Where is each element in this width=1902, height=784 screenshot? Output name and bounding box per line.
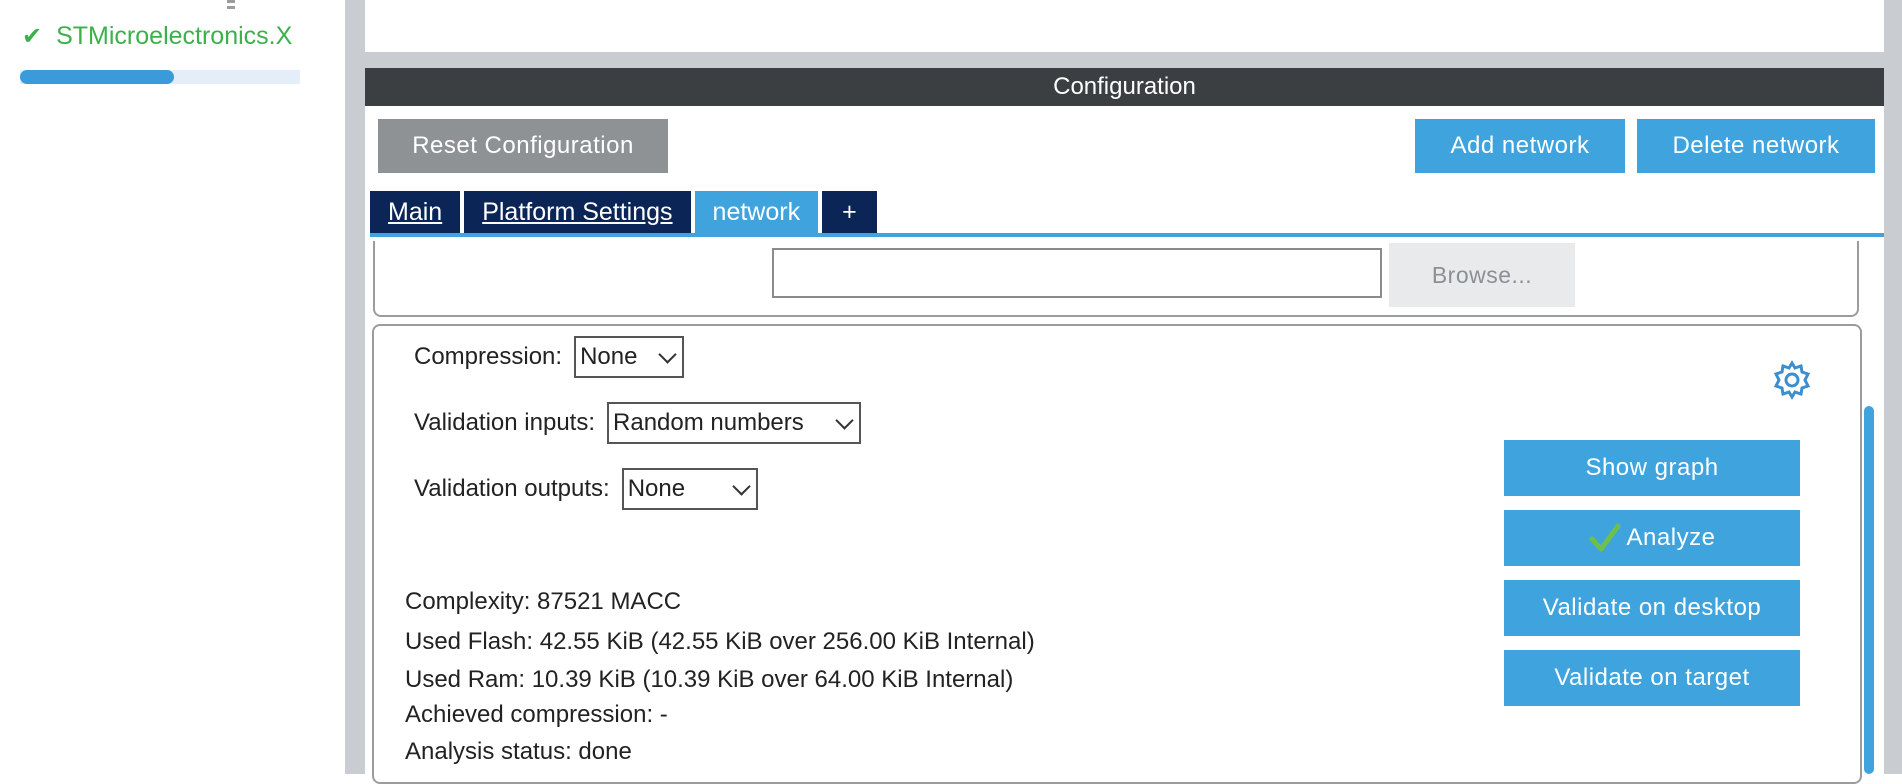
model-file-box: Browse...: [373, 241, 1859, 317]
achieved-compression-text: Achieved compression: -: [405, 701, 668, 728]
validate-on-target-button[interactable]: Validate on target: [1504, 650, 1800, 706]
main-panel: Configuration Reset Configuration Add ne…: [365, 0, 1884, 784]
compression-row: Compression: None: [414, 336, 685, 378]
add-tab-button[interactable]: +: [822, 191, 877, 233]
validation-inputs-label: Validation inputs:: [414, 409, 596, 436]
validation-inputs-value: Random numbers: [613, 409, 804, 436]
network-settings-box: Compression: None Validation inputs: Ran…: [372, 324, 1862, 784]
vertical-scrollbar[interactable]: [1864, 406, 1874, 774]
tab-underline: [370, 233, 1884, 237]
add-network-button[interactable]: Add network: [1415, 119, 1625, 173]
checkmark-icon: ✔: [22, 22, 43, 50]
compression-label: Compression:: [414, 343, 563, 370]
install-progress-bar: [20, 70, 300, 84]
tab-network[interactable]: network: [694, 191, 819, 233]
validation-outputs-label: Validation outputs:: [414, 475, 610, 502]
validate-on-desktop-button[interactable]: Validate on desktop: [1504, 580, 1800, 636]
validation-outputs-select[interactable]: None: [621, 468, 758, 510]
delete-network-button[interactable]: Delete network: [1637, 119, 1875, 173]
reset-configuration-button[interactable]: Reset Configuration: [378, 119, 668, 173]
validation-inputs-select[interactable]: Random numbers: [607, 402, 862, 444]
analysis-status-text: Analysis status: done: [405, 738, 632, 765]
checkmark-icon: [1589, 523, 1621, 552]
gear-icon[interactable]: [1772, 360, 1812, 400]
used-flash-text: Used Flash: 42.55 KiB (42.55 KiB over 25…: [405, 628, 1035, 655]
tab-platform-settings[interactable]: Platform Settings: [464, 191, 691, 233]
chevron-down-icon: [658, 344, 677, 364]
top-pane: [365, 0, 1884, 52]
chevron-down-icon: [732, 476, 751, 496]
browse-button[interactable]: Browse...: [1389, 243, 1575, 307]
validation-outputs-row: Validation outputs: None: [414, 468, 758, 510]
tab-main[interactable]: Main: [370, 191, 461, 233]
show-graph-button[interactable]: Show graph: [1504, 440, 1800, 496]
splitter[interactable]: [345, 0, 365, 774]
validation-inputs-row: Validation inputs: Random numbers: [414, 402, 862, 444]
model-path-input[interactable]: [772, 248, 1382, 298]
scroll-up-icon[interactable]: [224, 0, 238, 12]
analyze-button[interactable]: Analyze: [1504, 510, 1800, 566]
tab-bar: Main Platform Settings network +: [370, 191, 881, 233]
compression-select[interactable]: None: [574, 336, 685, 378]
tree-item-package[interactable]: ✔ STMicroelectronics.X: [22, 22, 302, 51]
compression-value: None: [580, 343, 638, 370]
right-border: [1884, 0, 1902, 774]
tree-item-label: STMicroelectronics.X: [56, 22, 293, 50]
chevron-down-icon: [835, 410, 854, 430]
validation-outputs-value: None: [627, 475, 686, 502]
complexity-text: Complexity: 87521 MACC: [405, 588, 682, 615]
progress-fill: [20, 70, 174, 84]
configuration-header: Configuration: [365, 68, 1884, 106]
left-panel: ✔ STMicroelectronics.X: [0, 0, 345, 774]
used-ram-text: Used Ram: 10.39 KiB (10.39 KiB over 64.0…: [405, 666, 1014, 693]
analyze-label: Analyze: [1626, 524, 1716, 551]
configuration-area: Reset Configuration Add network Delete n…: [365, 106, 1884, 784]
